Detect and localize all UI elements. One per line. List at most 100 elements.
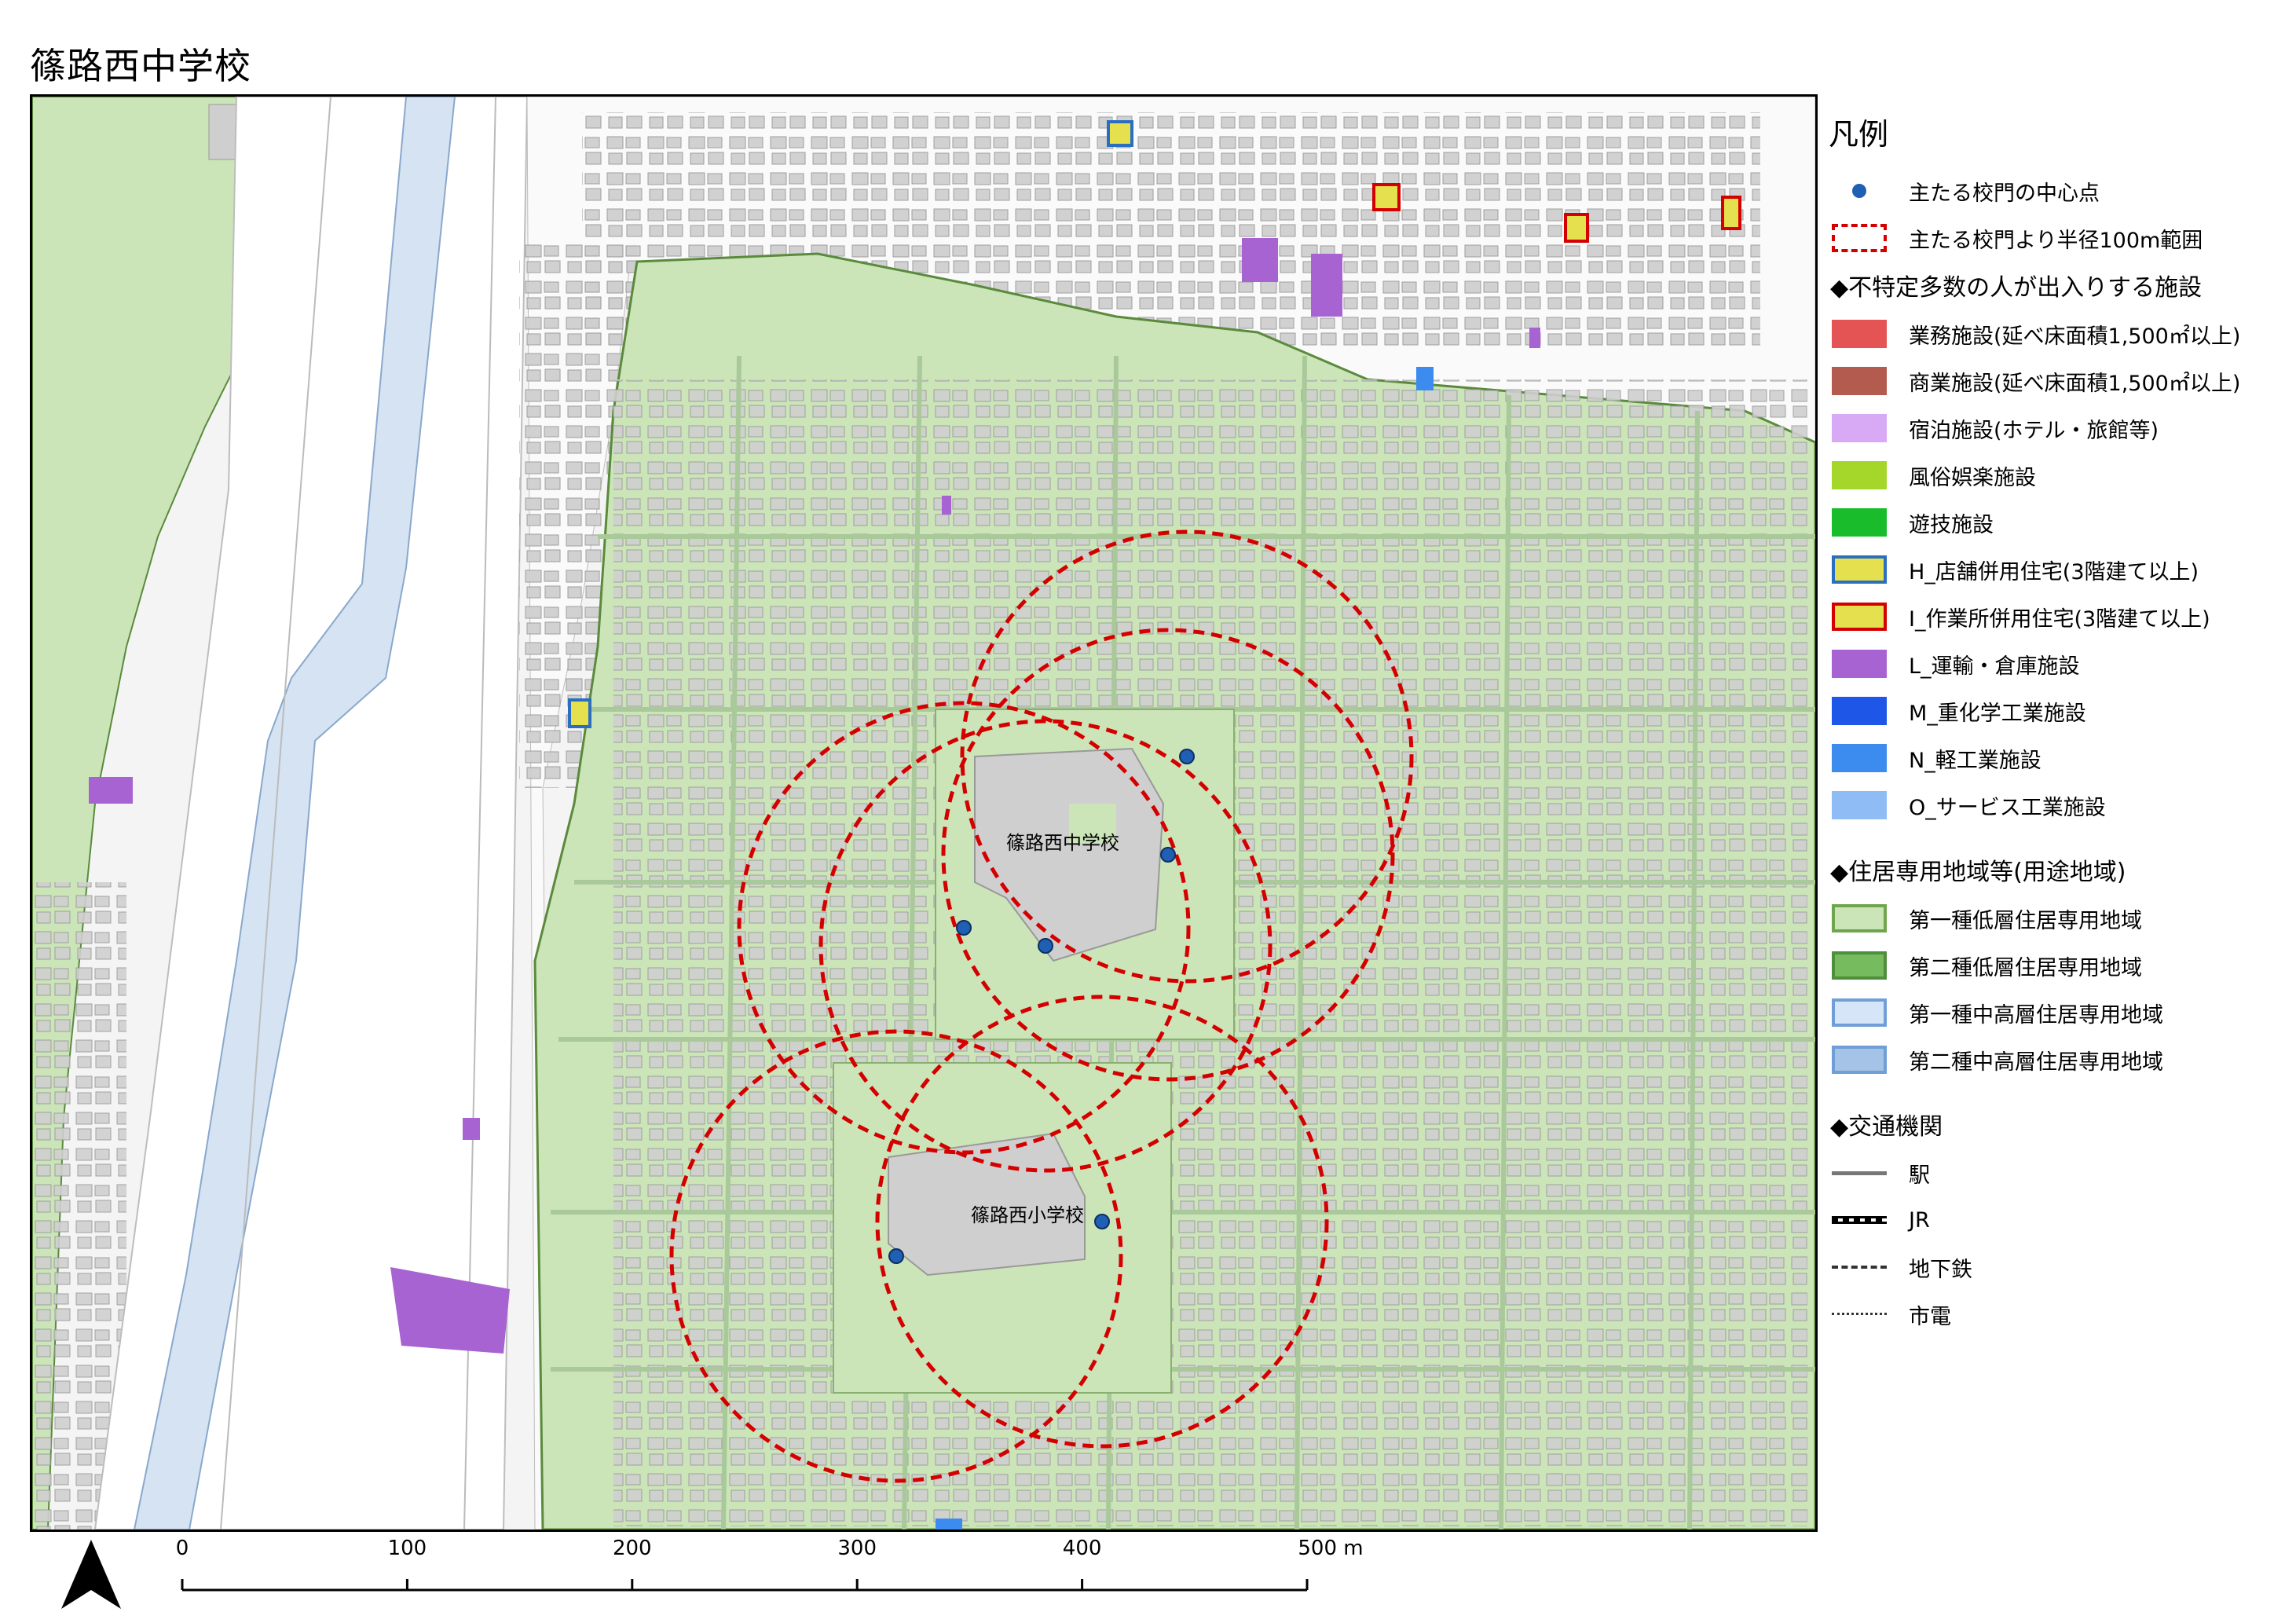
legend-facilities-list: 業務施設(延べ床面積1,500㎡以上) 商業施設(延べ床面積1,500㎡以上) 宿泊… bbox=[1821, 310, 2292, 829]
legend-facility-row: 商業施設(延べ床面積1,500㎡以上) bbox=[1821, 357, 2292, 405]
legend-facility-label: N_軽工業施設 bbox=[1909, 748, 2041, 773]
legend-facility-row: O_サービス工業施設 bbox=[1821, 782, 2292, 829]
scale-tick-label: 500 m bbox=[1298, 1537, 1364, 1560]
label-middle-school: 篠路西中学校 bbox=[1006, 832, 1119, 854]
legend-facility-label: I_作業所併用住宅(3階建て以上) bbox=[1909, 606, 2210, 632]
legend-facility-swatch-icon bbox=[1832, 555, 1887, 584]
legend-facility-row: 宿泊施設(ホテル・旅館等) bbox=[1821, 405, 2292, 452]
scale-tick-label: 300 bbox=[837, 1537, 877, 1560]
legend-facility-swatch-icon bbox=[1832, 603, 1887, 631]
legend-label-subway: 地下鉄 bbox=[1909, 1257, 1972, 1282]
transport-facility-4 bbox=[942, 496, 951, 515]
legend-facility-swatch-icon bbox=[1832, 508, 1887, 537]
legend-label-tram: 市電 bbox=[1909, 1304, 1951, 1329]
legend-facility-row: 遊技施設 bbox=[1821, 499, 2292, 546]
legend-zone-label: 第二種中高層住居専用地域 bbox=[1909, 1050, 2163, 1075]
legend-zone-swatch-icon bbox=[1832, 904, 1887, 932]
legend-zone-label: 第一種低層住居専用地域 bbox=[1909, 908, 2142, 933]
station-line-icon bbox=[1832, 1159, 1887, 1187]
legend-label-jr: JR bbox=[1909, 1207, 1930, 1233]
buffer-rect-icon bbox=[1832, 224, 1887, 252]
legend-zones-header: ◆住居専用地域等(用途地域) bbox=[1830, 859, 2126, 886]
workshop-house-2 bbox=[1564, 213, 1589, 243]
transport-facility-1 bbox=[1242, 238, 1278, 282]
legend-facility-swatch-icon bbox=[1832, 461, 1887, 489]
legend-facility-label: L_運輸・倉庫施設 bbox=[1909, 654, 2080, 679]
scale-tick-label: 100 bbox=[387, 1537, 427, 1560]
workshop-house-1 bbox=[1372, 183, 1401, 211]
scale-tick-label: 200 bbox=[612, 1537, 652, 1560]
legend-zone-row: 第一種中高層住居専用地域 bbox=[1821, 989, 2292, 1036]
legend-zone-swatch-icon bbox=[1832, 1046, 1887, 1074]
legend-zone-row: 第一種低層住居専用地域 bbox=[1821, 895, 2292, 942]
gate-dot-icon bbox=[1832, 177, 1887, 205]
legend-facility-row: M_重化学工業施設 bbox=[1821, 687, 2292, 735]
legend-title: 凡例 bbox=[1829, 117, 1889, 152]
scale-tick-label: 400 bbox=[1062, 1537, 1102, 1560]
gate-point-4 bbox=[1038, 938, 1053, 954]
subway-line-icon bbox=[1832, 1253, 1887, 1281]
legend-facility-swatch-icon bbox=[1832, 650, 1887, 678]
transport-facility-2 bbox=[1311, 254, 1342, 317]
legend-zone-swatch-icon bbox=[1832, 998, 1887, 1027]
legend: 凡例 主たる校門の中心点 主たる校門より半径100m範囲 ◆不特定多数の人が出入… bbox=[1821, 101, 2292, 1338]
legend-facility-swatch-icon bbox=[1832, 414, 1887, 442]
legend-label-buffer: 主たる校門より半径100m範囲 bbox=[1909, 228, 2203, 253]
legend-facility-row: 業務施設(延べ床面積1,500㎡以上) bbox=[1821, 310, 2292, 357]
legend-facility-label: 商業施設(延べ床面積1,500㎡以上) bbox=[1909, 371, 2241, 396]
transport-facility-west bbox=[89, 777, 133, 804]
scale-tick-label: 0 bbox=[175, 1537, 189, 1560]
legend-facility-row: L_運輸・倉庫施設 bbox=[1821, 640, 2292, 687]
legend-row-buffer: 主たる校門より半径100m範囲 bbox=[1821, 214, 2292, 262]
map-frame[interactable]: 篠路西中学校 篠路西小学校 bbox=[30, 94, 1818, 1532]
transport-facility-3 bbox=[1529, 328, 1540, 348]
legend-facility-label: M_重化学工業施設 bbox=[1909, 701, 2086, 726]
legend-facility-label: 風俗娯楽施設 bbox=[1909, 465, 2036, 490]
workshop-house-3 bbox=[1721, 196, 1741, 230]
shop-house-west bbox=[568, 698, 591, 728]
legend-zone-swatch-icon bbox=[1832, 951, 1887, 980]
legend-zone-label: 第一種中高層住居専用地域 bbox=[1909, 1002, 2163, 1028]
legend-label-gate: 主たる校門の中心点 bbox=[1909, 181, 2100, 206]
legend-zone-label: 第二種低層住居専用地域 bbox=[1909, 955, 2142, 980]
legend-row-gate: 主たる校門の中心点 bbox=[1821, 167, 2292, 214]
legend-facility-label: O_サービス工業施設 bbox=[1909, 795, 2106, 820]
legend-facility-label: 業務施設(延べ床面積1,500㎡以上) bbox=[1909, 324, 2241, 349]
map-canvas[interactable]: 篠路西中学校 篠路西小学校 bbox=[32, 97, 1815, 1530]
legend-facility-swatch-icon bbox=[1832, 367, 1887, 395]
jr-line-icon bbox=[1832, 1206, 1887, 1234]
legend-facility-label: 宿泊施設(ホテル・旅館等) bbox=[1909, 418, 2159, 443]
transport-facility-5 bbox=[463, 1118, 480, 1140]
legend-row-jr: JR bbox=[1821, 1196, 2292, 1244]
label-elementary-school: 篠路西小学校 bbox=[971, 1204, 1084, 1226]
north-arrow-icon bbox=[61, 1540, 121, 1609]
legend-facility-swatch-icon bbox=[1832, 791, 1887, 819]
light-industry-1 bbox=[1416, 367, 1434, 390]
shop-house-north bbox=[1107, 120, 1133, 147]
legend-row-station: 駅 bbox=[1821, 1149, 2292, 1196]
legend-row-tram: 市電 bbox=[1821, 1291, 2292, 1338]
legend-label-station: 駅 bbox=[1909, 1163, 1930, 1188]
legend-facility-label: H_店舗併用住宅(3階建て以上) bbox=[1909, 559, 2199, 584]
legend-facility-swatch-icon bbox=[1832, 320, 1887, 348]
legend-transport-header: ◆交通機関 bbox=[1830, 1113, 1943, 1141]
legend-facility-row: N_軽工業施設 bbox=[1821, 735, 2292, 782]
legend-zone-row: 第二種中高層住居専用地域 bbox=[1821, 1036, 2292, 1083]
gate-point-5 bbox=[1094, 1214, 1110, 1229]
legend-facility-swatch-icon bbox=[1832, 697, 1887, 725]
legend-facilities-header: ◆不特定多数の人が出入りする施設 bbox=[1830, 274, 2203, 302]
gate-point-6 bbox=[888, 1248, 904, 1264]
gate-point-2 bbox=[1160, 847, 1176, 863]
page-title: 篠路西中学校 bbox=[30, 45, 251, 87]
legend-facility-swatch-icon bbox=[1832, 744, 1887, 772]
gate-point-1 bbox=[1179, 749, 1195, 764]
tram-line-icon bbox=[1832, 1300, 1887, 1328]
legend-facility-label: 遊技施設 bbox=[1909, 512, 1994, 537]
legend-row-subway: 地下鉄 bbox=[1821, 1244, 2292, 1291]
legend-zone-row: 第二種低層住居専用地域 bbox=[1821, 942, 2292, 989]
gate-point-3 bbox=[956, 920, 972, 936]
legend-facility-row: I_作業所併用住宅(3階建て以上) bbox=[1821, 593, 2292, 640]
legend-facility-row: H_店舗併用住宅(3階建て以上) bbox=[1821, 546, 2292, 593]
legend-zones-list: 第一種低層住居専用地域 第二種低層住居専用地域 第一種中高層住居専用地域 第二種中高層… bbox=[1821, 895, 2292, 1083]
legend-facility-row: 風俗娯楽施設 bbox=[1821, 452, 2292, 499]
